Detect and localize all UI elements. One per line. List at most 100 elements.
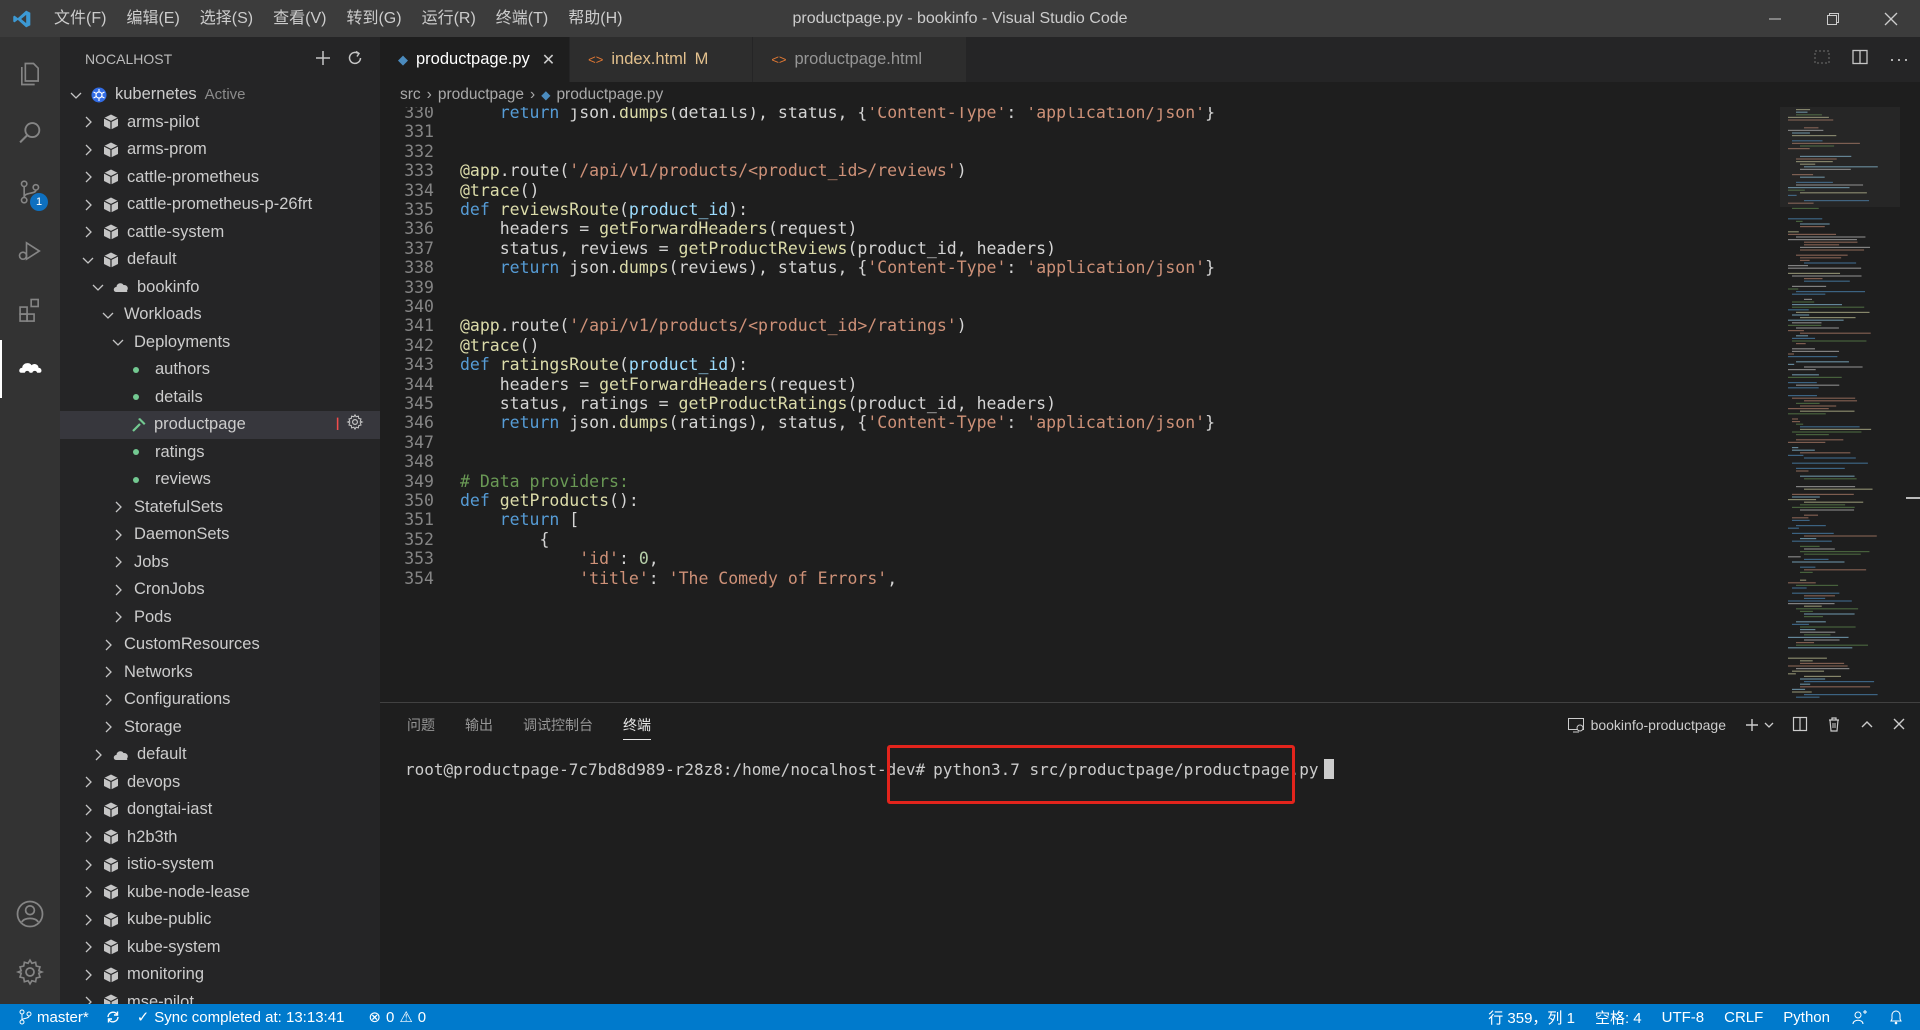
tree-app-bookinfo[interactable]: bookinfo [60,274,380,302]
tree-namespace[interactable]: cattle-prometheus-p-26frt [60,191,380,219]
chevron-right-icon[interactable] [100,637,116,653]
chevron-right-icon[interactable] [80,884,96,900]
tree-resource-group[interactable]: Storage [60,714,380,742]
tab-problems[interactable]: 问题 [407,703,435,747]
tree-deployments[interactable]: Deployments [60,329,380,357]
chevron-right-icon[interactable] [80,774,96,790]
account-icon[interactable] [0,885,60,943]
menu-terminal[interactable]: 终端(T) [486,0,558,37]
chevron-right-icon[interactable] [80,802,96,818]
chevron-right-icon[interactable] [80,994,96,1004]
tree-namespace[interactable]: kube-public [60,906,380,934]
tree-resource-group[interactable]: Configurations [60,686,380,714]
tree-resource-group[interactable]: CustomResources [60,631,380,659]
close-icon[interactable]: ✕ [542,50,555,70]
chevron-right-icon[interactable] [110,499,126,515]
tab-productpage-py[interactable]: ◆ productpage.py ✕ [380,37,571,82]
chevron-right-icon[interactable] [90,747,106,763]
chevron-down-icon[interactable] [90,279,106,295]
chevron-down-icon[interactable] [80,252,96,268]
chevron-right-icon[interactable] [110,609,126,625]
tree-workload-group[interactable]: StatefulSets [60,494,380,522]
tab-terminal[interactable]: 终端 [623,710,651,740]
minimap-slider[interactable] [1780,107,1900,207]
more-actions-icon[interactable]: ··· [1889,49,1910,70]
breadcrumb-item[interactable]: productpage [438,86,524,104]
extensions-icon[interactable] [0,281,60,339]
tree-deployment-productpage[interactable]: productpage ߊ [60,411,380,439]
refresh-icon[interactable] [346,49,364,70]
tree-cluster-kubernetes[interactable]: kubernetes Active [60,81,380,109]
tree-workloads[interactable]: Workloads [60,301,380,329]
tree-workload-group[interactable]: CronJobs [60,576,380,604]
chevron-right-icon[interactable] [80,197,96,213]
chevron-right-icon[interactable] [80,857,96,873]
tree-namespace[interactable]: arms-prom [60,136,380,164]
tree-namespace[interactable]: cattle-system [60,219,380,247]
nocalhost-icon[interactable] [0,340,60,398]
minimap[interactable] [1780,107,1920,702]
chevron-right-icon[interactable] [80,912,96,928]
tab-index-html[interactable]: <> index.html M [570,37,754,82]
tree-namespace[interactable]: kube-system [60,934,380,962]
tree-resource-group[interactable]: Networks [60,659,380,687]
new-terminal-icon[interactable] [1744,717,1774,733]
tree-namespace[interactable]: arms-pilot [60,109,380,137]
chevron-right-icon[interactable] [110,582,126,598]
close-window-icon[interactable] [1862,0,1920,37]
tree-namespace[interactable]: mse-pilot [60,989,380,1004]
tree-workload-group[interactable]: Jobs [60,549,380,577]
chevron-right-icon[interactable] [100,719,116,735]
chevron-down-icon[interactable] [1764,720,1774,730]
menu-help[interactable]: 帮助(H) [558,0,632,37]
menu-view[interactable]: 查看(V) [263,0,336,37]
tree-deployment[interactable]: ratings [60,439,380,467]
run-debug-icon[interactable] [0,222,60,280]
chevron-down-icon[interactable] [68,87,84,103]
tree-namespace[interactable]: istio-system [60,851,380,879]
chevron-right-icon[interactable] [80,169,96,185]
settings-gear-icon[interactable] [346,413,364,436]
tree-namespace-default[interactable]: default [60,246,380,274]
encoding[interactable]: UTF-8 [1652,1004,1715,1030]
menu-edit[interactable]: 编辑(E) [116,0,189,37]
tab-debug-console[interactable]: 调试控制台 [523,703,593,747]
code-editor[interactable]: 330 return json.dumps(details), status, … [380,107,1780,702]
breadcrumb-item[interactable]: productpage.py [556,86,663,104]
tree-namespace[interactable]: monitoring [60,961,380,989]
chevron-right-icon[interactable] [80,829,96,845]
tree-workload-group[interactable]: DaemonSets [60,521,380,549]
breadcrumb-item[interactable]: src [400,86,421,104]
tree-app-default[interactable]: default [60,741,380,769]
chevron-right-icon[interactable] [80,967,96,983]
notifications-icon[interactable] [1880,1004,1920,1030]
tree-namespace[interactable]: cattle-prometheus [60,164,380,192]
tree-deployment[interactable]: authors [60,356,380,384]
chevron-down-icon[interactable] [100,307,116,323]
language-mode[interactable]: Python [1773,1004,1840,1030]
explorer-icon[interactable] [0,45,60,103]
chevron-right-icon[interactable] [100,692,116,708]
add-cluster-icon[interactable] [314,49,332,70]
restore-icon[interactable] [1804,0,1862,37]
cursor-position[interactable]: 行 359，列 1 [1478,1004,1585,1030]
tree-namespace[interactable]: dongtai-iast [60,796,380,824]
indentation[interactable]: 空格: 4 [1585,1004,1652,1030]
chevron-down-icon[interactable] [110,334,126,350]
chevron-right-icon[interactable] [80,142,96,158]
tree-namespace[interactable]: devops [60,769,380,797]
split-terminal-icon[interactable] [1792,716,1808,735]
tree-deployment[interactable]: details [60,384,380,412]
minimize-icon[interactable] [1746,0,1804,37]
chevron-right-icon[interactable] [100,664,116,680]
compare-icon[interactable] [1813,48,1831,71]
close-panel-icon[interactable] [1892,717,1906,734]
terminal-selector[interactable]: bookinfo-productpage [1567,717,1726,733]
chevron-right-icon[interactable] [80,939,96,955]
menu-selection[interactable]: 选择(S) [190,0,263,37]
branch-status[interactable]: master* [0,1004,97,1030]
tab-productpage-html[interactable]: <> productpage.html [753,37,967,82]
search-icon[interactable] [0,104,60,162]
source-control-icon[interactable]: 1 [0,163,60,221]
trash-icon[interactable] [1826,716,1842,735]
